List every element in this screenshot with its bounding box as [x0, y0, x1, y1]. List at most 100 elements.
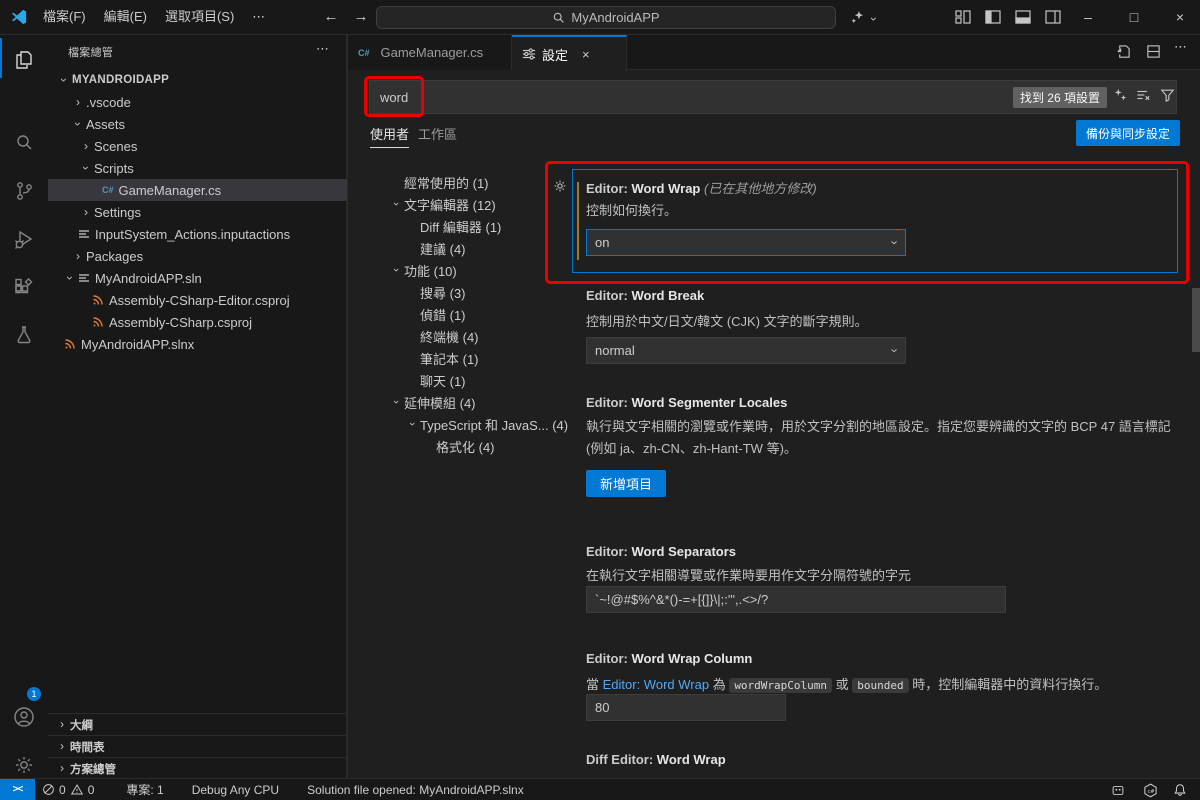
explorer-more-actions[interactable]: ⋯ — [316, 41, 329, 57]
toc-label: 建議 (4) — [420, 239, 466, 258]
toc-debug[interactable]: 偵錯 (1) — [420, 303, 466, 325]
menu-selection[interactable]: 選取項目(S) — [156, 5, 243, 29]
title-bar: 檔案(F) 編輯(E) 選取項目(S) ⋯ ← → MyAndroidAPP › — [0, 0, 1200, 35]
warning-count: 0 — [88, 783, 95, 797]
tree-item-packages[interactable]: › Packages — [48, 245, 347, 267]
toc-search[interactable]: 搜尋 (3) — [420, 281, 466, 303]
tree-item-vscode[interactable]: › .vscode — [48, 91, 347, 113]
word-wrap-select[interactable]: on › — [586, 229, 906, 256]
solution-status-message[interactable]: Solution file opened: MyAndroidAPP.slnx — [300, 779, 531, 800]
scrollbar-thumb[interactable] — [1192, 288, 1200, 352]
code-value: bounded — [852, 678, 908, 693]
tab-settings[interactable]: 設定 × — [512, 35, 627, 71]
tree-item-root[interactable]: › MYANDROIDAPP — [48, 69, 347, 91]
add-item-button[interactable]: 新增項目 — [586, 470, 666, 497]
split-editor-icon[interactable] — [1146, 44, 1161, 59]
accounts-icon[interactable]: 1 — [0, 695, 48, 739]
notifications-bell-icon[interactable] — [1166, 779, 1194, 800]
solution-explorer-section[interactable]: › 方案總管 — [48, 757, 347, 779]
filter-funnel-icon[interactable] — [1160, 88, 1175, 102]
tree-item-assets[interactable]: › Assets — [48, 113, 347, 135]
customize-layout-icon[interactable] — [955, 10, 971, 24]
toggle-sidebar-icon[interactable] — [985, 10, 1001, 24]
setting-name: Word Wrap — [657, 752, 726, 767]
timeline-section[interactable]: › 時間表 — [48, 735, 347, 757]
close-tab-icon[interactable]: × — [582, 47, 590, 62]
chevron-down-icon[interactable]: › — [867, 17, 881, 21]
tree-item-inputactions[interactable]: InputSystem_Actions.inputactions — [48, 223, 347, 245]
toc-text-editor[interactable]: ›文字編輯器 (12) — [388, 193, 496, 215]
chevron-expanded-icon: › — [406, 416, 418, 432]
toc-terminal[interactable]: 終端機 (4) — [420, 325, 479, 347]
scope-tab-workspace[interactable]: 工作區 — [418, 122, 457, 148]
tree-item-csproj[interactable]: Assembly-CSharp.csproj — [48, 311, 347, 333]
tree-item-sln[interactable]: › MyAndroidAPP.sln — [48, 267, 347, 289]
extensions-view-icon[interactable] — [0, 265, 48, 309]
word-wrap-column-input[interactable]: 80 — [586, 694, 786, 721]
source-control-view-icon[interactable] — [0, 169, 48, 213]
maximize-button[interactable]: □ — [1114, 0, 1154, 34]
minimize-button[interactable]: – — [1068, 0, 1108, 34]
project-count-status[interactable]: 專案: 1 — [119, 779, 170, 800]
menu-bar: 檔案(F) 編輯(E) 選取項目(S) ⋯ — [34, 5, 274, 29]
chevron-expanded-icon: › — [79, 160, 93, 176]
explorer-view-icon[interactable] — [0, 38, 48, 82]
toc-notebook[interactable]: 筆記本 (1) — [420, 347, 479, 369]
testing-view-icon[interactable] — [0, 313, 48, 357]
tree-item-gamemanager[interactable]: C# GameManager.cs — [48, 179, 347, 201]
open-settings-json-icon[interactable] — [1116, 44, 1131, 59]
word-separators-input[interactable]: `~!@#$%^&*()-=+[{]}\|;:'",.<>/? — [586, 586, 1006, 613]
toc-commonly-used[interactable]: 經常使用的 (1) — [404, 171, 489, 193]
outline-section[interactable]: › 大綱 — [48, 713, 347, 735]
tree-item-slnx[interactable]: MyAndroidAPP.slnx — [48, 333, 347, 355]
backup-sync-settings-button[interactable]: 備份與同步設定 — [1076, 120, 1180, 146]
toc-label: 格式化 (4) — [436, 437, 495, 456]
copilot-icon[interactable] — [850, 10, 866, 25]
word-break-select[interactable]: normal › — [586, 337, 906, 364]
toc-typescript[interactable]: ›TypeScript 和 JavaS... (4) — [404, 413, 568, 435]
tree-item-csproj-editor[interactable]: Assembly-CSharp-Editor.csproj — [48, 289, 347, 311]
menu-edit[interactable]: 編輯(E) — [95, 5, 156, 29]
csharp-status-icon[interactable]: c# — [1136, 779, 1164, 800]
toc-formatting[interactable]: 格式化 (4) — [436, 435, 495, 457]
remote-indicator[interactable]: >< — [0, 779, 35, 800]
menu-more[interactable]: ⋯ — [243, 5, 274, 29]
toc-extensions[interactable]: ›延伸模組 (4) — [388, 391, 476, 413]
tab-gamemanager[interactable]: C# GameManager.cs — [348, 35, 512, 70]
vscode-logo-icon — [10, 8, 28, 26]
scope-tab-user[interactable]: 使用者 — [370, 122, 409, 148]
toc-features[interactable]: ›功能 (10) — [388, 259, 457, 281]
tree-item-settings-folder[interactable]: › Settings — [48, 201, 347, 223]
word-wrap-setting-link[interactable]: Editor: Word Wrap — [603, 677, 709, 692]
close-button[interactable]: × — [1160, 0, 1200, 34]
run-debug-view-icon[interactable] — [0, 217, 48, 261]
ai-search-sparkle-icon[interactable] — [1113, 88, 1127, 102]
toggle-panel-icon[interactable] — [1015, 10, 1031, 24]
menu-file[interactable]: 檔案(F) — [34, 5, 95, 29]
back-arrow-icon[interactable]: ← — [318, 8, 344, 25]
results-count-badge: 找到 26 項設置 — [1013, 87, 1107, 108]
search-view-icon[interactable] — [0, 121, 48, 165]
setting-gear-icon[interactable] — [552, 178, 568, 194]
toggle-secondary-sidebar-icon[interactable] — [1045, 10, 1061, 24]
forward-arrow-icon[interactable]: → — [348, 8, 374, 25]
setting-description: 控制如何換行。 — [586, 200, 677, 222]
tree-item-scripts[interactable]: › Scripts — [48, 157, 347, 179]
clear-filters-icon[interactable] — [1136, 88, 1151, 102]
list-file-icon — [78, 272, 90, 284]
toc-label: 經常使用的 (1) — [404, 173, 489, 192]
tree-item-scenes[interactable]: › Scenes — [48, 135, 347, 157]
problems-status[interactable]: 0 0 — [35, 779, 101, 800]
error-icon — [42, 783, 55, 796]
toc-label: 延伸模組 (4) — [404, 393, 476, 412]
devkit-status-icon[interactable] — [1104, 779, 1132, 800]
chevron-collapsed-icon: › — [54, 763, 70, 775]
setting-name: Word Wrap — [632, 181, 701, 196]
editor-more-actions[interactable]: ⋯ — [1174, 39, 1187, 55]
toc-chat[interactable]: 聊天 (1) — [420, 369, 466, 391]
setting-name: Word Separators — [632, 544, 737, 559]
build-config-status[interactable]: Debug Any CPU — [185, 779, 286, 800]
toc-suggestions[interactable]: 建議 (4) — [420, 237, 466, 259]
toc-diff-editor[interactable]: Diff 編輯器 (1) — [420, 215, 501, 237]
command-center-search[interactable]: MyAndroidAPP — [376, 6, 836, 29]
